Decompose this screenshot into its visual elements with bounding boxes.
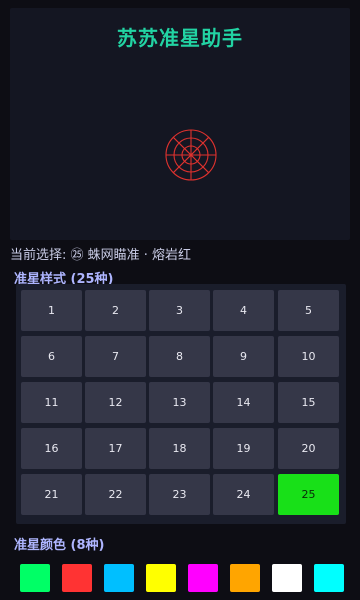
style-cell-22[interactable]: 22: [85, 474, 146, 515]
current-selection-text: 当前选择: ㉕ 蛛网瞄准 · 熔岩红: [10, 248, 192, 263]
crosshair-preview-area: 苏苏准星助手: [10, 8, 350, 240]
color-swatch-8[interactable]: [314, 564, 344, 592]
style-cell-4[interactable]: 4: [213, 290, 274, 331]
style-cell-12[interactable]: 12: [85, 382, 146, 423]
style-cell-16[interactable]: 16: [21, 428, 82, 469]
style-cell-8[interactable]: 8: [149, 336, 210, 377]
style-cell-1[interactable]: 1: [21, 290, 82, 331]
style-cell-2[interactable]: 2: [85, 290, 146, 331]
style-cell-10[interactable]: 10: [278, 336, 339, 377]
style-cell-19[interactable]: 19: [213, 428, 274, 469]
style-cell-20[interactable]: 20: [278, 428, 339, 469]
color-swatch-5[interactable]: [188, 564, 218, 592]
style-cell-21[interactable]: 21: [21, 474, 82, 515]
style-cell-7[interactable]: 7: [85, 336, 146, 377]
spiderweb-crosshair-icon: [165, 129, 217, 181]
style-cell-3[interactable]: 3: [149, 290, 210, 331]
style-cell-5[interactable]: 5: [278, 290, 339, 331]
style-cell-6[interactable]: 6: [21, 336, 82, 377]
color-swatch-6[interactable]: [230, 564, 260, 592]
color-swatch-3[interactable]: [104, 564, 134, 592]
color-swatch-2[interactable]: [62, 564, 92, 592]
style-cell-24[interactable]: 24: [213, 474, 274, 515]
style-cell-18[interactable]: 18: [149, 428, 210, 469]
style-cell-9[interactable]: 9: [213, 336, 274, 377]
style-cell-17[interactable]: 17: [85, 428, 146, 469]
colors-section-title: 准星颜色 (8种): [14, 538, 105, 553]
app-title: 苏苏准星助手: [117, 26, 243, 50]
style-cell-15[interactable]: 15: [278, 382, 339, 423]
style-cell-11[interactable]: 11: [21, 382, 82, 423]
color-swatch-7[interactable]: [272, 564, 302, 592]
style-cell-25[interactable]: 25: [278, 474, 339, 515]
style-cell-14[interactable]: 14: [213, 382, 274, 423]
crosshair-style-grid: 1 2 3 4 5 6 7 8 9 10 11 12 13 14 15 16 17 18 19 20 21 22 23 24 2…: [16, 284, 346, 524]
color-swatch-1[interactable]: [20, 564, 50, 592]
style-cell-13[interactable]: 13: [149, 382, 210, 423]
color-swatch-4[interactable]: [146, 564, 176, 592]
style-cell-23[interactable]: 23: [149, 474, 210, 515]
